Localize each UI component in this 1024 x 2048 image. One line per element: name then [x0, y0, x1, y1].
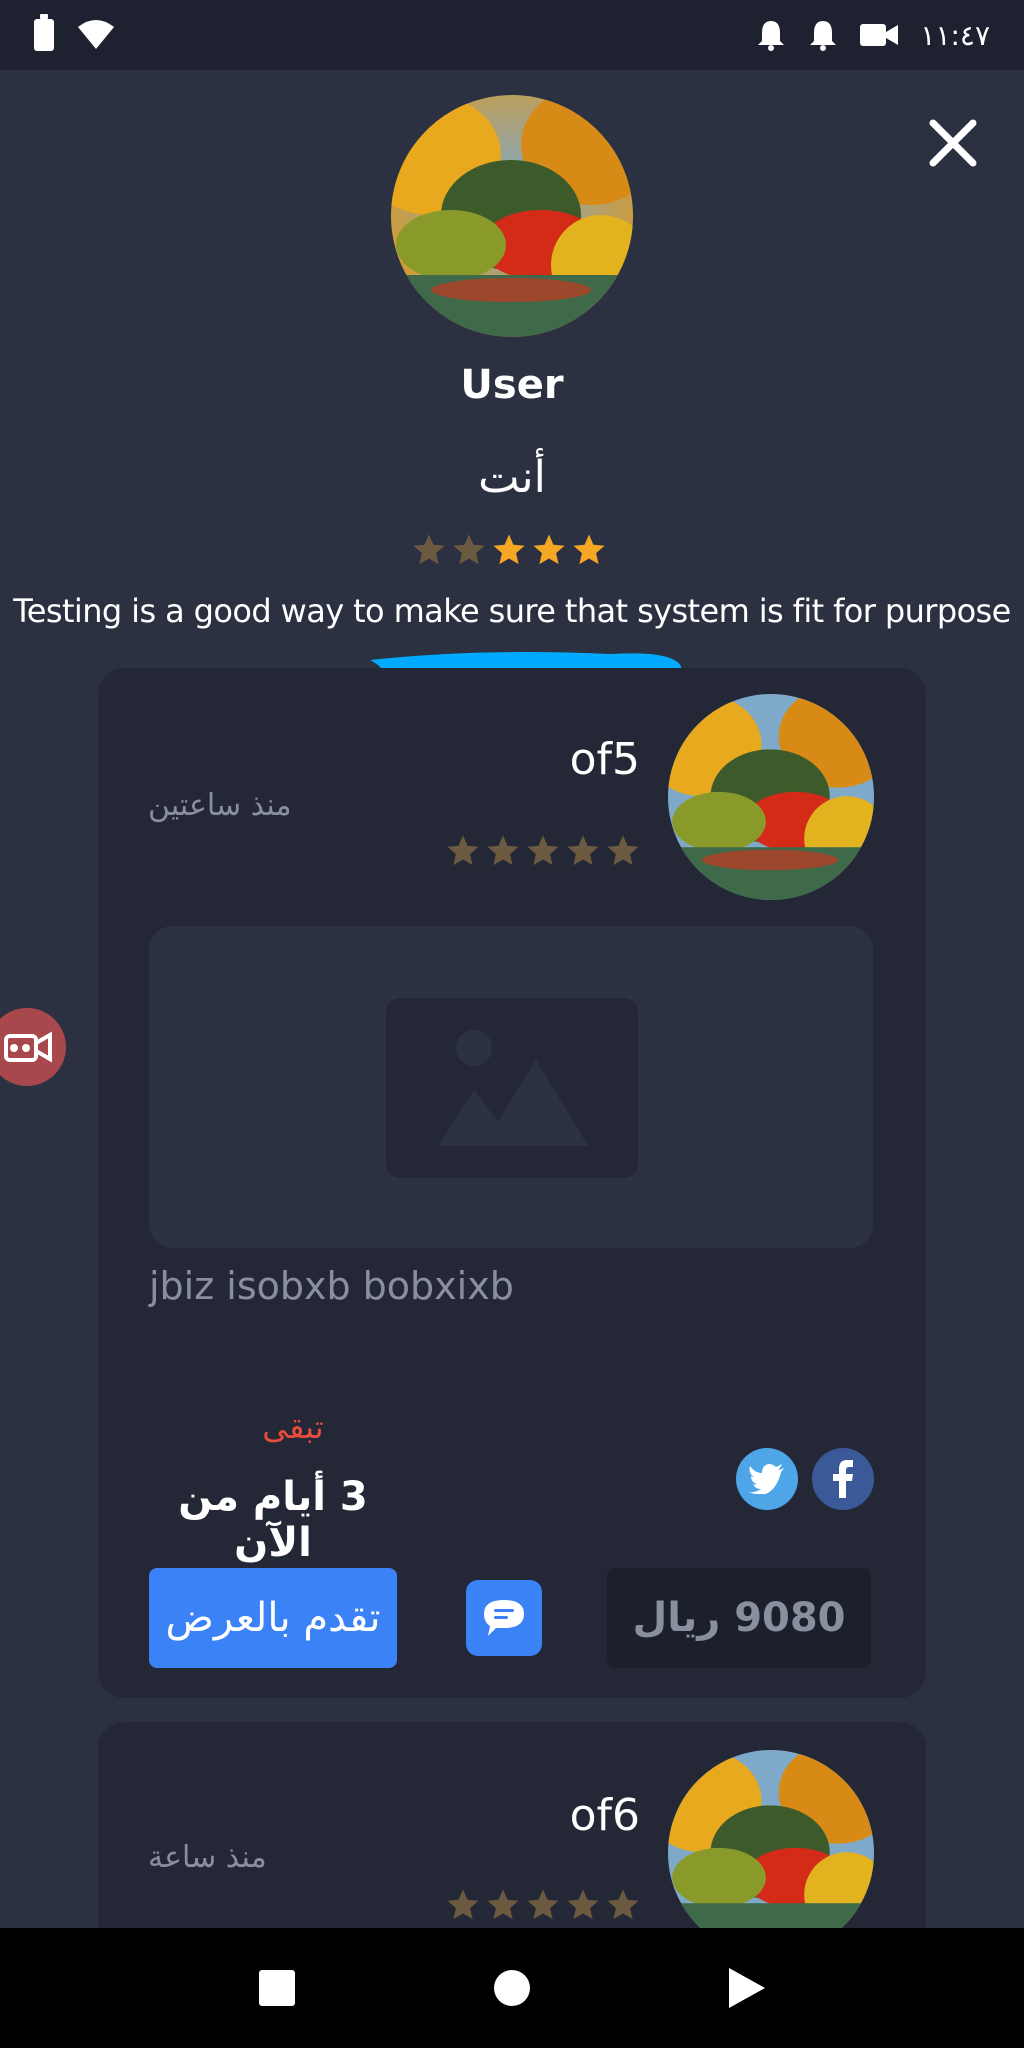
- video-camera-icon: [4, 1031, 52, 1063]
- profile-avatar: [391, 95, 633, 337]
- offer-time: منذ ساعتين: [148, 788, 292, 823]
- star-empty-icon: [487, 835, 519, 866]
- close-icon[interactable]: [925, 115, 981, 171]
- video-camera-icon: [860, 24, 899, 46]
- twitter-share-button[interactable]: [736, 1448, 798, 1510]
- bio-text: Testing is a good way to make sure that …: [13, 592, 1011, 630]
- star-empty-icon: [607, 835, 639, 866]
- navigation-bar: [0, 1928, 1024, 2048]
- star-empty-icon: [607, 1889, 639, 1920]
- chat-icon: [484, 1600, 524, 1636]
- star-filled-icon: [573, 534, 605, 565]
- star-empty-icon: [447, 1889, 479, 1920]
- status-right: ١١:٤٧: [756, 19, 990, 52]
- wifi-icon: [78, 20, 114, 49]
- square-icon: [259, 1970, 296, 2006]
- star-filled-icon: [493, 534, 525, 565]
- status-left: [34, 14, 116, 51]
- recents-button[interactable]: [247, 1958, 307, 2018]
- status-bar: ١١:٤٧: [0, 0, 1024, 70]
- star-empty-icon: [413, 534, 445, 565]
- notification-icon: [810, 21, 837, 51]
- offer-image[interactable]: [149, 926, 873, 1248]
- star-empty-icon: [447, 835, 479, 866]
- offer-rating: [446, 1888, 640, 1922]
- profile-subtitle: أنت: [478, 452, 546, 503]
- star-empty-icon: [567, 835, 599, 866]
- offer-card[interactable]: of5 منذ ساعتين jbiz isobxb bobxixb تبقى …: [98, 668, 926, 1698]
- circle-icon: [493, 1970, 530, 2006]
- remaining-value: 3 أيام من الآن: [178, 1474, 368, 1566]
- offer-avatar: [668, 1750, 874, 1956]
- profile-rating: [412, 533, 606, 567]
- offer-title: of5: [569, 734, 640, 785]
- facebook-icon: [833, 1460, 853, 1498]
- offer-description: jbiz isobxb bobxixb: [149, 1264, 514, 1308]
- home-button[interactable]: [482, 1958, 542, 2018]
- image-placeholder-icon: [386, 998, 638, 1178]
- star-filled-icon: [533, 534, 565, 565]
- offer-rating: [446, 834, 640, 868]
- chat-button[interactable]: [466, 1580, 542, 1656]
- back-button[interactable]: [717, 1958, 777, 2018]
- remaining-label: تبقى: [262, 1408, 324, 1446]
- facebook-share-button[interactable]: [812, 1448, 874, 1510]
- offer-title: of6: [569, 1790, 640, 1841]
- offer-price: 9080 ريال: [607, 1568, 871, 1668]
- video-call-button[interactable]: [0, 1008, 66, 1086]
- twitter-icon: [749, 1464, 784, 1494]
- status-time: ١١:٤٧: [920, 18, 990, 52]
- star-empty-icon: [567, 1889, 599, 1920]
- offer-avatar: [668, 694, 874, 900]
- profile-name: User: [460, 362, 564, 408]
- star-empty-icon: [487, 1889, 519, 1920]
- offer-time: منذ ساعة: [148, 1840, 267, 1875]
- submit-offer-button[interactable]: تقدم بالعرض: [149, 1568, 397, 1668]
- triangle-icon: [728, 1968, 765, 2008]
- star-empty-icon: [527, 1889, 559, 1920]
- battery-icon: [34, 14, 54, 51]
- star-empty-icon: [453, 534, 485, 565]
- star-empty-icon: [527, 835, 559, 866]
- notification-icon: [758, 21, 785, 51]
